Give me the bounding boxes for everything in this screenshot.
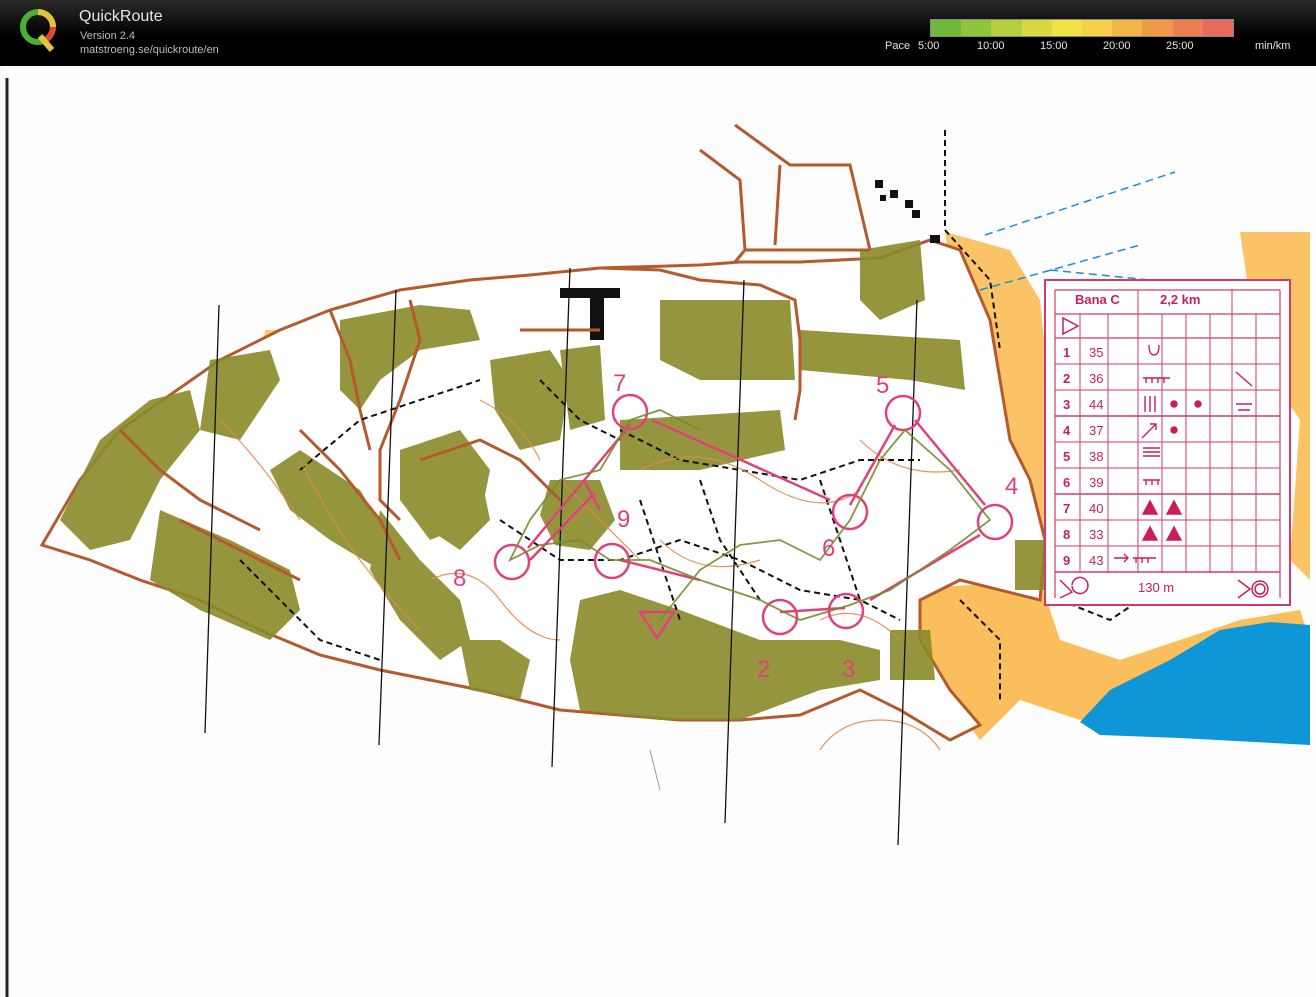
pace-color-segment — [1172, 20, 1203, 36]
app-url[interactable]: matstroeng.se/quickroute/en — [80, 44, 219, 56]
control-number-7: 7 — [613, 370, 626, 397]
pace-color-segment — [1082, 20, 1113, 36]
control-row-num: 1 — [1063, 345, 1070, 360]
control-row-code: 33 — [1089, 527, 1103, 542]
pace-tick-15: 15:00 — [1040, 40, 1068, 52]
pace-color-segment — [961, 20, 992, 36]
control-row-code: 39 — [1089, 475, 1103, 490]
pace-color-scale — [930, 19, 1234, 37]
app-version: Version 2.4 — [80, 30, 136, 42]
pace-tick-25: 25:00 — [1166, 40, 1194, 52]
control-row-num: 6 — [1063, 475, 1070, 490]
pace-color-segment — [931, 20, 962, 36]
app-header: QuickRoute Version 2.4 matstroeng.se/qui… — [0, 0, 1316, 66]
control-row-code: 35 — [1089, 345, 1103, 360]
control-row-code: 36 — [1089, 371, 1103, 386]
quickroute-logo-icon — [20, 9, 56, 52]
control-row-num: 7 — [1063, 501, 1070, 516]
control-row-code: 43 — [1089, 553, 1103, 568]
pace-color-segment — [1112, 20, 1143, 36]
control-number-4: 4 — [1005, 473, 1018, 500]
control-row-code: 44 — [1089, 397, 1103, 412]
pace-tick-10: 10:00 — [977, 40, 1005, 52]
control-row-num: 4 — [1063, 423, 1071, 438]
control-row-num: 5 — [1063, 449, 1070, 464]
pace-color-segment — [1021, 20, 1052, 36]
pace-label: Pace — [885, 40, 911, 52]
pace-tick-20: 20:00 — [1103, 40, 1131, 52]
map-canvas[interactable]: 2 3 4 5 6 7 8 9 Bana C 2,2 km 1 35 2 36 … — [0, 66, 1316, 997]
finish-distance: 130 m — [1138, 580, 1174, 595]
control-row-num: 3 — [1063, 397, 1070, 412]
control-row-code: 37 — [1089, 423, 1103, 438]
pace-color-segment — [1142, 20, 1173, 36]
pace-color-segment — [1051, 20, 1083, 36]
pace-unit: min/km — [1255, 40, 1291, 52]
course-name: Bana C — [1075, 292, 1120, 307]
control-row-num: 2 — [1063, 371, 1070, 386]
control-number-8: 8 — [453, 565, 466, 592]
control-number-6: 6 — [822, 535, 835, 562]
pace-color-segment — [991, 20, 1022, 36]
pace-tick-5: 5:00 — [918, 40, 940, 52]
course-length: 2,2 km — [1160, 292, 1200, 307]
control-number-2: 2 — [757, 656, 770, 683]
control-row-code: 38 — [1089, 449, 1103, 464]
control-row-num: 9 — [1063, 553, 1070, 568]
app-title: QuickRoute — [79, 8, 163, 25]
pace-color-segment — [1202, 20, 1234, 36]
control-number-3: 3 — [842, 656, 855, 683]
control-number-5: 5 — [876, 372, 889, 399]
control-row-code: 40 — [1089, 501, 1103, 516]
control-row-num: 8 — [1063, 527, 1070, 542]
control-description-card: Bana C 2,2 km 1 35 2 36 3 44 4 37 5 38 6… — [1044, 279, 1291, 606]
orienteering-map[interactable]: 2 3 4 5 6 7 8 9 Bana C 2,2 km 1 35 2 36 … — [0, 66, 1316, 997]
control-number-9: 9 — [617, 506, 630, 533]
